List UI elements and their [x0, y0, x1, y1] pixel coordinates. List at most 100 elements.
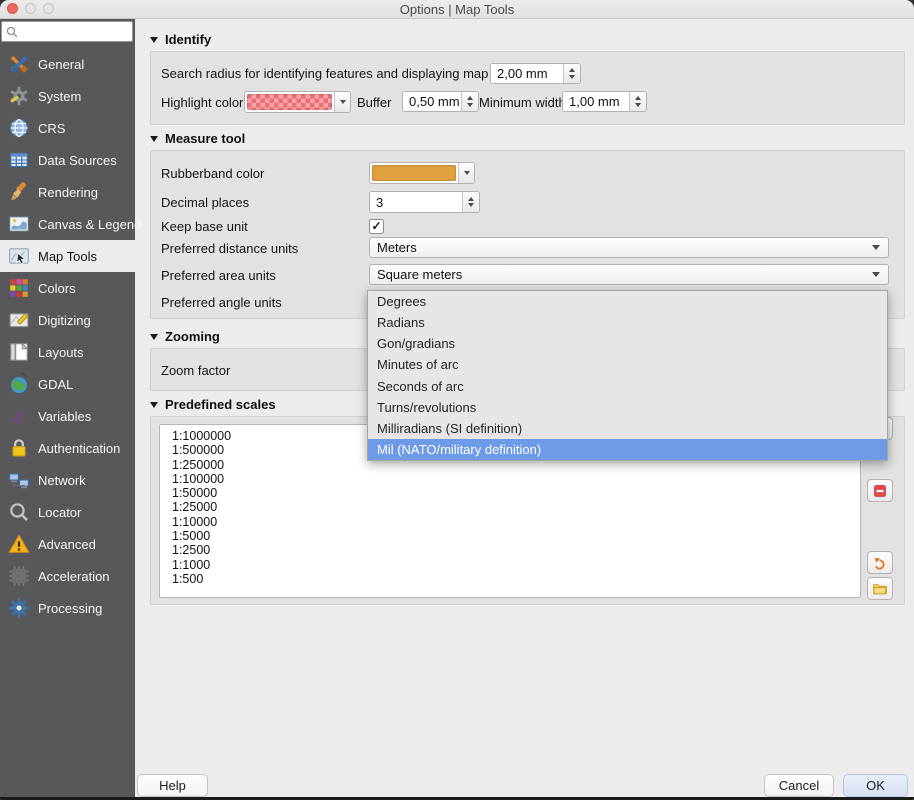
titlebar: Options | Map Tools [0, 0, 914, 19]
sidebar-item-label: GDAL [38, 377, 73, 392]
buffer-spinbox[interactable]: 0,50 mm [402, 91, 479, 112]
search-radius-spinbox[interactable]: 2,00 mm [490, 63, 581, 84]
sidebar-item-layouts[interactable]: Layouts [0, 336, 135, 368]
color-dropdown-arrow-icon[interactable] [334, 92, 350, 112]
distance-units-combobox[interactable]: Meters [369, 237, 889, 258]
sidebar-item-processing[interactable]: Processing [0, 592, 135, 624]
buffer-value[interactable]: 0,50 mm [403, 92, 461, 111]
spinner-arrows-icon[interactable] [462, 192, 479, 212]
sidebar-item-label: Variables [38, 409, 91, 424]
spinner-arrows-icon[interactable] [629, 92, 646, 111]
search-input[interactable] [19, 24, 132, 40]
sidebar-item-label: Colors [38, 281, 76, 296]
measure-section-header[interactable]: Measure tool [150, 131, 245, 146]
sidebar-item-colors[interactable]: Colors [0, 272, 135, 304]
sidebar-item-rendering[interactable]: Rendering [0, 176, 135, 208]
help-button[interactable]: Help [137, 774, 208, 797]
zooming-section-header[interactable]: Zooming [150, 329, 220, 344]
angle-option-minutes-of-arc[interactable]: Minutes of arc [368, 354, 887, 375]
highlight-color-button[interactable] [244, 91, 351, 113]
search-radius-label: Search radius for identifying features a… [161, 66, 512, 81]
sidebar-item-variables[interactable]: εVariables [0, 400, 135, 432]
angle-option-degrees[interactable]: Degrees [368, 291, 887, 312]
sidebar-item-locator[interactable]: Locator [0, 496, 135, 528]
sidebar-item-label: Rendering [38, 185, 98, 200]
scale-item[interactable]: 1:25000 [172, 500, 860, 514]
scale-item[interactable]: 1:500 [172, 572, 860, 586]
collapse-triangle-icon [150, 37, 158, 43]
remove-scale-button[interactable] [867, 479, 893, 502]
sidebar-item-system[interactable]: System [0, 80, 135, 112]
angle-option-milliradians-si-definition[interactable]: Milliradians (SI definition) [368, 418, 887, 439]
ok-button[interactable]: OK [843, 774, 908, 797]
remove-scale-icon [872, 483, 888, 499]
sidebar-item-general[interactable]: General [0, 48, 135, 80]
distance-units-label: Preferred distance units [161, 241, 298, 256]
sidebar-item-canvas-legend[interactable]: Canvas & Legend [0, 208, 135, 240]
identify-panel: Search radius for identifying features a… [150, 51, 905, 125]
rubberband-color-swatch [372, 165, 456, 181]
angle-units-dropdown: DegreesRadiansGon/gradiansMinutes of arc… [367, 290, 888, 461]
minimum-width-spinbox[interactable]: 1,00 mm [562, 91, 647, 112]
import-scales-button[interactable] [867, 577, 893, 600]
search-radius-value[interactable]: 2,00 mm [491, 64, 563, 83]
angle-option-mil-nato-military-definition[interactable]: Mil (NATO/military definition) [368, 439, 887, 460]
lock-icon [8, 437, 30, 459]
spinner-arrows-icon[interactable] [461, 92, 478, 111]
scales-header-label: Predefined scales [165, 397, 276, 412]
scales-section-header[interactable]: Predefined scales [150, 397, 276, 412]
buffer-label: Buffer [357, 95, 391, 110]
sidebar-item-acceleration[interactable]: Acceleration [0, 560, 135, 592]
angle-option-gon-gradians[interactable]: Gon/gradians [368, 333, 887, 354]
scale-item[interactable]: 1:50000 [172, 486, 860, 500]
area-units-label: Preferred area units [161, 268, 276, 283]
sidebar-item-label: Processing [38, 601, 102, 616]
sidebar-item-label: Digitizing [38, 313, 91, 328]
highlight-color-swatch [247, 94, 332, 110]
sidebar-item-network[interactable]: Network [0, 464, 135, 496]
color-dropdown-arrow-icon[interactable] [458, 163, 474, 183]
keep-base-unit-checkbox[interactable]: ✓ [369, 219, 384, 234]
sidebar-item-authentication[interactable]: Authentication [0, 432, 135, 464]
options-window: Options | Map Tools General System CRSData… [0, 0, 914, 800]
scale-item[interactable]: 1:100000 [172, 472, 860, 486]
area-units-combobox[interactable]: Square meters [369, 264, 889, 285]
decimal-places-spinbox[interactable]: 3 [369, 191, 480, 213]
sidebar-item-digitizing[interactable]: Digitizing [0, 304, 135, 336]
minimum-width-value[interactable]: 1,00 mm [563, 92, 629, 111]
sidebar-search[interactable] [1, 21, 133, 42]
rubberband-color-button[interactable] [369, 162, 475, 184]
scale-item[interactable]: 1:1000 [172, 558, 860, 572]
settings-sidebar: General System CRSData Sources Rendering Can… [0, 18, 135, 800]
scale-item[interactable]: 1:5000 [172, 529, 860, 543]
angle-option-seconds-of-arc[interactable]: Seconds of arc [368, 376, 887, 397]
angle-option-turns-revolutions[interactable]: Turns/revolutions [368, 397, 887, 418]
sidebar-item-advanced[interactable]: Advanced [0, 528, 135, 560]
digitizing-pencil-icon [8, 309, 30, 331]
sidebar-item-gdal[interactable]: GDAL [0, 368, 135, 400]
scale-item[interactable]: 1:2500 [172, 543, 860, 557]
minimum-width-label: Minimum width [479, 95, 566, 110]
decimal-places-value[interactable]: 3 [370, 192, 462, 212]
help-button-label: Help [159, 778, 186, 793]
sidebar-item-label: System [38, 89, 81, 104]
processing-gear-icon [8, 597, 30, 619]
area-units-value: Square meters [377, 267, 872, 282]
network-icon [8, 469, 30, 491]
identify-section-header[interactable]: Identify [150, 32, 211, 47]
measure-header-label: Measure tool [165, 131, 245, 146]
spinner-arrows-icon[interactable] [563, 64, 580, 83]
scale-item[interactable]: 1:10000 [172, 515, 860, 529]
sidebar-item-crs[interactable]: CRS [0, 112, 135, 144]
angle-units-label: Preferred angle units [161, 295, 282, 310]
warning-icon [8, 533, 30, 555]
collapse-triangle-icon [150, 334, 158, 340]
data-sources-table-icon [8, 149, 30, 171]
angle-option-radians[interactable]: Radians [368, 312, 887, 333]
chip-icon [8, 565, 30, 587]
restore-defaults-button[interactable] [867, 551, 893, 574]
open-folder-icon [872, 581, 888, 597]
sidebar-item-data-sources[interactable]: Data Sources [0, 144, 135, 176]
cancel-button[interactable]: Cancel [764, 774, 834, 797]
sidebar-item-map-tools[interactable]: Map Tools [0, 240, 135, 272]
